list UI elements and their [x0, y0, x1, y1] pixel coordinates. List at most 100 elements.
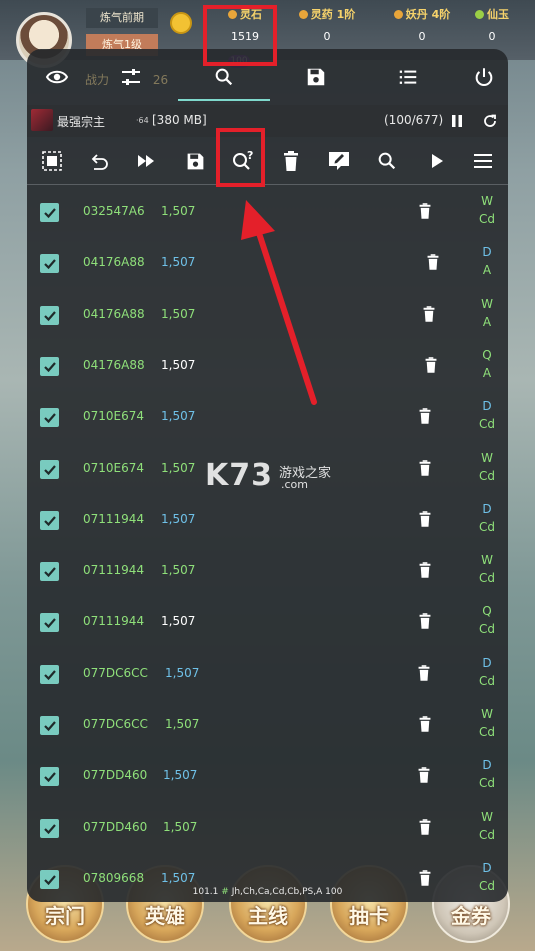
result-value[interactable]: 1,507 [161, 307, 195, 321]
result-delete-button[interactable] [418, 202, 432, 220]
result-checkbox[interactable] [40, 254, 59, 273]
result-value[interactable]: 1,507 [165, 717, 199, 731]
result-checkbox[interactable] [40, 306, 59, 325]
result-row[interactable]: 032547A6 1,507 W Cd [27, 186, 508, 237]
result-row[interactable]: 077DD460 1,507 D Cd [27, 750, 508, 801]
result-address[interactable]: 032547A6 [83, 204, 145, 218]
result-value[interactable]: 1,507 [161, 255, 195, 269]
result-checkbox[interactable] [40, 819, 59, 838]
result-checkbox[interactable] [40, 357, 59, 376]
checkmark-icon [43, 720, 56, 731]
result-address[interactable]: 077DD460 [83, 820, 147, 834]
result-row[interactable]: 07111944 1,507 Q Cd [27, 596, 508, 647]
new-search-button[interactable] [373, 147, 401, 175]
result-delete-button[interactable] [417, 766, 431, 784]
result-delete-button[interactable] [418, 510, 432, 528]
result-value[interactable]: 1,507 [161, 614, 195, 628]
result-delete-button[interactable] [426, 253, 440, 271]
resource-herb[interactable]: 灵药 1阶 0 [287, 6, 367, 43]
result-value[interactable]: 1,507 [165, 666, 199, 680]
tab-power[interactable] [462, 57, 506, 97]
result-delete-button[interactable] [418, 612, 432, 630]
result-delete-button[interactable] [418, 715, 432, 733]
fuzzy-search-button[interactable]: ? [227, 145, 259, 177]
result-checkbox[interactable] [40, 716, 59, 735]
result-address[interactable]: 077DC6CC [83, 666, 148, 680]
result-row[interactable]: 04176A88 1,507 W A [27, 289, 508, 340]
smile-icon[interactable] [170, 12, 192, 34]
result-value[interactable]: 1,507 [161, 204, 195, 218]
result-row[interactable]: 07111944 1,507 W Cd [27, 545, 508, 596]
result-checkbox[interactable] [40, 460, 59, 479]
tab-saved[interactable] [294, 57, 338, 97]
select-all-button[interactable] [38, 147, 66, 175]
result-row[interactable]: 077DD460 1,507 W Cd [27, 802, 508, 853]
edit-values-button[interactable] [325, 147, 353, 175]
status-count: 100 [325, 887, 343, 897]
result-value[interactable]: 1,507 [161, 563, 195, 577]
tab-view[interactable] [35, 57, 79, 97]
refresh-button[interactable] [480, 111, 500, 131]
result-address[interactable]: 07809668 [83, 871, 144, 885]
result-delete-button[interactable] [424, 356, 438, 374]
result-address[interactable]: 0710E674 [83, 409, 144, 423]
main-quest-label: 主线 [248, 904, 288, 928]
result-checkbox[interactable] [40, 665, 59, 684]
resource-jade[interactable]: 仙玉 0 [452, 6, 532, 43]
result-type-region: Cd [479, 674, 495, 688]
result-row[interactable]: 04176A88 1,507 D A [27, 237, 508, 288]
result-row[interactable]: 0710E674 1,507 D Cd [27, 391, 508, 442]
tab-settings[interactable] [109, 57, 153, 97]
process-info-row[interactable]: 最强宗主 ·64 [380 MB] (100/677) [27, 105, 508, 137]
result-delete-button[interactable] [418, 561, 432, 579]
result-address[interactable]: 07111944 [83, 512, 144, 526]
delete-icon [284, 151, 298, 171]
result-delete-button[interactable] [422, 305, 436, 323]
result-address[interactable]: 0710E674 [83, 461, 144, 475]
result-address[interactable]: 07111944 [83, 563, 144, 577]
tab-search[interactable] [202, 57, 246, 97]
result-address[interactable]: 04176A88 [83, 358, 145, 372]
result-value[interactable]: 1,507 [161, 461, 195, 475]
result-value[interactable]: 1,507 [163, 768, 197, 782]
result-row[interactable]: 077DC6CC 1,507 W Cd [27, 699, 508, 750]
result-address[interactable]: 077DC6CC [83, 717, 148, 731]
result-checkbox[interactable] [40, 408, 59, 427]
result-checkbox[interactable] [40, 562, 59, 581]
fast-forward-button[interactable] [132, 147, 160, 175]
pause-button[interactable] [447, 111, 467, 131]
result-address[interactable]: 04176A88 [83, 255, 145, 269]
result-row[interactable]: 04176A88 1,507 Q A [27, 340, 508, 391]
result-checkbox[interactable] [40, 203, 59, 222]
undo-button[interactable] [85, 147, 113, 175]
result-value[interactable]: 1,507 [161, 409, 195, 423]
status-version: 101.1 [192, 887, 219, 897]
menu-button[interactable] [469, 147, 497, 175]
result-checkbox[interactable] [40, 613, 59, 632]
result-address[interactable]: 077DD460 [83, 768, 147, 782]
result-delete-button[interactable] [418, 407, 432, 425]
result-delete-button[interactable] [418, 869, 432, 887]
result-delete-button[interactable] [418, 459, 432, 477]
checkmark-icon [43, 874, 56, 885]
result-address[interactable]: 07111944 [83, 614, 144, 628]
result-value[interactable]: 1,507 [161, 358, 195, 372]
play-button[interactable] [423, 147, 451, 175]
result-value[interactable]: 1,507 [161, 512, 195, 526]
result-checkbox[interactable] [40, 511, 59, 530]
result-delete-button[interactable] [418, 818, 432, 836]
result-row[interactable]: 077DC6CC 1,507 D Cd [27, 648, 508, 699]
result-address[interactable]: 04176A88 [83, 307, 145, 321]
tab-list[interactable] [386, 57, 430, 97]
resource-demon-pill[interactable]: 妖丹 4阶 0 [382, 6, 462, 43]
result-checkbox[interactable] [40, 767, 59, 786]
result-row[interactable]: 07111944 1,507 D Cd [27, 494, 508, 545]
result-delete-button[interactable] [417, 664, 431, 682]
result-type-flag: Q [482, 604, 492, 618]
result-value[interactable]: 1,507 [163, 820, 197, 834]
result-value[interactable]: 1,507 [161, 871, 195, 885]
resource-spirit-stone[interactable]: 灵石 1519 [205, 6, 285, 43]
save-results-button[interactable] [181, 147, 209, 175]
delete-results-button[interactable] [277, 147, 305, 175]
result-type-region: A [482, 263, 492, 277]
